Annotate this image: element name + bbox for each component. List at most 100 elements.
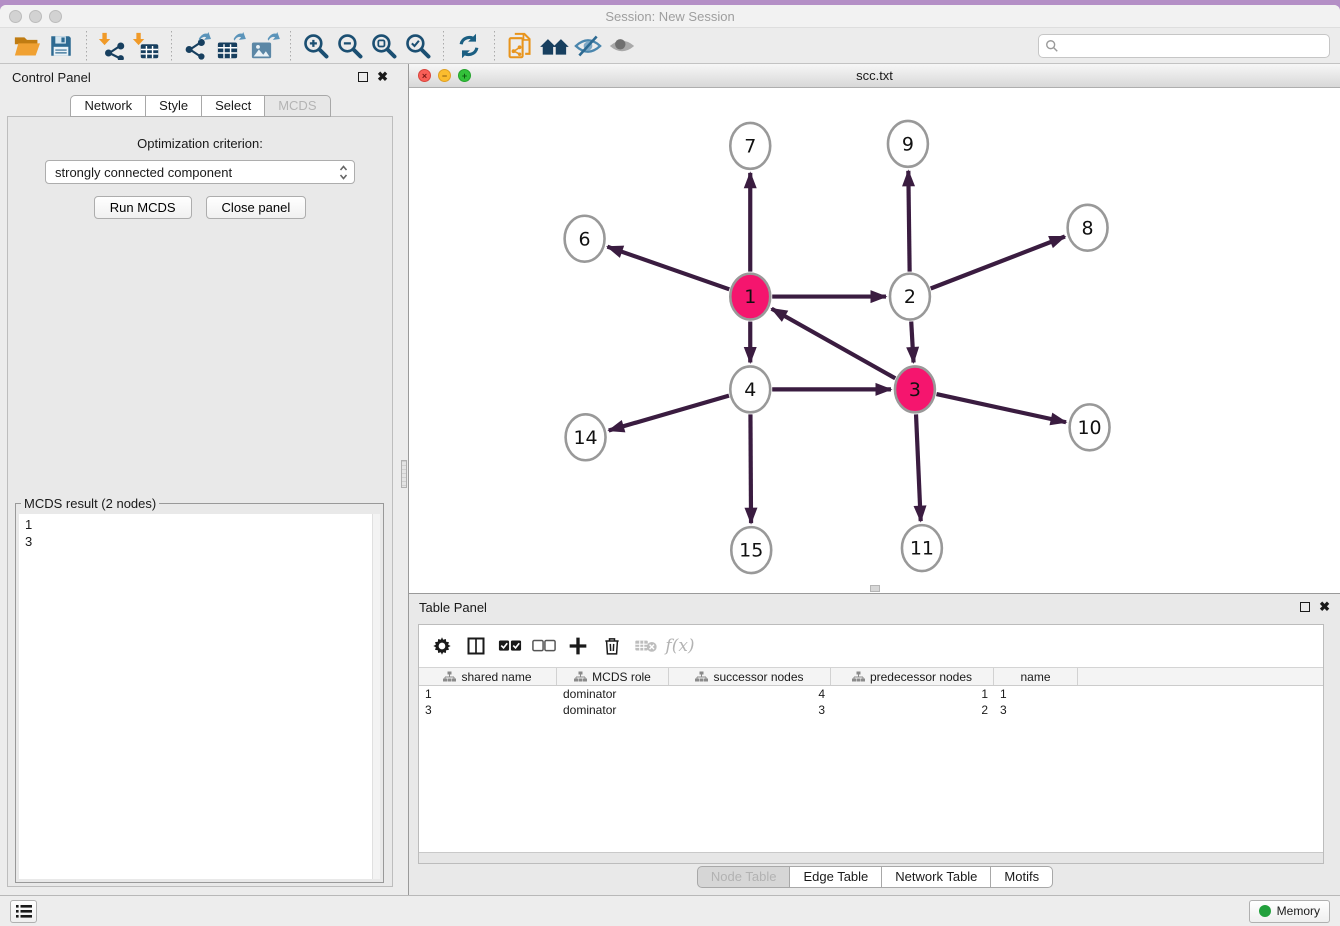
tab-edge-table[interactable]: Edge Table bbox=[789, 866, 882, 888]
duplicate-network-icon[interactable] bbox=[503, 31, 537, 61]
node-table-container: f(x) shared name MCDS role bbox=[418, 624, 1324, 864]
delete-table-icon[interactable] bbox=[631, 631, 661, 661]
graph-edge[interactable] bbox=[911, 322, 913, 363]
select-all-icon[interactable] bbox=[495, 631, 525, 661]
run-mcds-button[interactable]: Run MCDS bbox=[94, 196, 192, 219]
function-builder-icon[interactable]: f(x) bbox=[665, 631, 695, 661]
import-table-icon[interactable] bbox=[129, 31, 163, 61]
result-scrollbar[interactable] bbox=[372, 514, 380, 879]
graph-edge[interactable] bbox=[607, 247, 729, 290]
task-history-button[interactable] bbox=[10, 900, 37, 923]
svg-text:1: 1 bbox=[744, 286, 756, 308]
table-cell[interactable]: 1 bbox=[994, 687, 1078, 701]
table-cell[interactable]: 3 bbox=[419, 703, 557, 717]
svg-text:11: 11 bbox=[910, 538, 934, 560]
gear-icon[interactable] bbox=[427, 631, 457, 661]
import-network-icon[interactable] bbox=[95, 31, 129, 61]
control-panel-header: Control Panel ✖ bbox=[0, 64, 400, 90]
table-row[interactable]: 1dominator411 bbox=[419, 686, 1323, 702]
tab-node-table[interactable]: Node Table bbox=[697, 866, 791, 888]
add-column-icon[interactable] bbox=[563, 631, 593, 661]
tab-network[interactable]: Network bbox=[70, 95, 146, 117]
search-field[interactable] bbox=[1038, 34, 1330, 58]
svg-text:15: 15 bbox=[739, 540, 763, 562]
graph-node[interactable]: 10 bbox=[1070, 404, 1110, 450]
close-table-panel-icon[interactable]: ✖ bbox=[1319, 602, 1330, 612]
graph-node[interactable]: 14 bbox=[566, 414, 606, 460]
column-header-mcds-role[interactable]: MCDS role bbox=[557, 668, 669, 685]
graph-edge[interactable] bbox=[931, 237, 1065, 289]
graph-node[interactable]: 7 bbox=[730, 123, 770, 169]
delete-column-icon[interactable] bbox=[597, 631, 627, 661]
float-panel-icon[interactable] bbox=[358, 72, 368, 82]
export-network-icon[interactable] bbox=[180, 31, 214, 61]
table-cell[interactable]: 1 bbox=[419, 687, 557, 701]
open-session-icon[interactable] bbox=[10, 31, 44, 61]
column-header-predecessor-nodes[interactable]: predecessor nodes bbox=[831, 668, 994, 685]
selected-criterion: strongly connected component bbox=[55, 165, 232, 180]
zoom-selected-icon[interactable] bbox=[401, 31, 435, 61]
float-table-panel-icon[interactable] bbox=[1300, 602, 1310, 612]
main-toolbar bbox=[0, 28, 1340, 64]
hide-selected-icon[interactable] bbox=[571, 31, 605, 61]
show-all-icon[interactable] bbox=[605, 31, 639, 61]
graph-edge[interactable] bbox=[936, 394, 1066, 422]
table-cell[interactable]: 2 bbox=[831, 703, 994, 717]
tab-network-table[interactable]: Network Table bbox=[881, 866, 991, 888]
save-session-icon[interactable] bbox=[44, 31, 78, 61]
table-cell[interactable]: 1 bbox=[831, 687, 994, 701]
graph-edge[interactable] bbox=[772, 309, 896, 379]
table-cell[interactable]: 4 bbox=[669, 687, 831, 701]
column-header-name[interactable]: name bbox=[994, 668, 1078, 685]
graph-edge[interactable] bbox=[750, 414, 751, 523]
graph-node[interactable]: 1 bbox=[730, 274, 770, 320]
close-panel-button[interactable]: Close panel bbox=[206, 196, 307, 219]
graph-node[interactable]: 8 bbox=[1068, 205, 1108, 251]
deselect-all-icon[interactable] bbox=[529, 631, 559, 661]
table-panel: Table Panel ✖ bbox=[409, 594, 1340, 895]
tab-style[interactable]: Style bbox=[145, 95, 202, 117]
graph-node[interactable]: 2 bbox=[890, 274, 930, 320]
close-panel-icon[interactable]: ✖ bbox=[377, 72, 388, 82]
graph-node[interactable]: 9 bbox=[888, 121, 928, 167]
table-cell[interactable]: dominator bbox=[557, 703, 669, 717]
mcds-result-text[interactable]: 13 bbox=[19, 514, 380, 879]
table-cell[interactable]: dominator bbox=[557, 687, 669, 701]
graph-edge[interactable] bbox=[916, 414, 921, 521]
graph-node[interactable]: 6 bbox=[565, 216, 605, 262]
splitter-handle[interactable] bbox=[401, 460, 407, 488]
zoom-fit-icon[interactable] bbox=[367, 31, 401, 61]
refresh-icon[interactable] bbox=[452, 31, 486, 61]
export-table-icon[interactable] bbox=[214, 31, 248, 61]
tab-mcds[interactable]: MCDS bbox=[264, 95, 330, 117]
vertical-splitter bbox=[400, 64, 408, 895]
graph-node[interactable]: 11 bbox=[902, 525, 942, 571]
graph-edge[interactable] bbox=[908, 171, 909, 272]
optimization-criterion-select[interactable]: strongly connected component bbox=[45, 160, 355, 184]
column-layout-icon[interactable] bbox=[461, 631, 491, 661]
result-line: 3 bbox=[25, 533, 380, 550]
table-cell[interactable]: 3 bbox=[669, 703, 831, 717]
table-horizontal-scrollbar[interactable] bbox=[419, 852, 1323, 863]
graph-node[interactable]: 4 bbox=[730, 366, 770, 412]
graph-node[interactable]: 3 bbox=[895, 366, 935, 412]
horizontal-splitter-handle[interactable] bbox=[870, 585, 880, 592]
graph-edge[interactable] bbox=[609, 396, 729, 431]
table-row[interactable]: 3dominator323 bbox=[419, 702, 1323, 718]
zoom-in-icon[interactable] bbox=[299, 31, 333, 61]
memory-button[interactable]: Memory bbox=[1249, 900, 1330, 923]
svg-text:9: 9 bbox=[902, 134, 914, 156]
zoom-out-icon[interactable] bbox=[333, 31, 367, 61]
graph-node[interactable]: 15 bbox=[731, 527, 771, 573]
tab-motifs[interactable]: Motifs bbox=[990, 866, 1053, 888]
column-header-shared-name[interactable]: shared name bbox=[419, 668, 557, 685]
table-cell[interactable]: 3 bbox=[994, 703, 1078, 717]
svg-text:7: 7 bbox=[744, 136, 756, 158]
tab-select[interactable]: Select bbox=[201, 95, 265, 117]
titlebar: Session: New Session bbox=[0, 5, 1340, 28]
export-image-icon[interactable] bbox=[248, 31, 282, 61]
column-header-successor-nodes[interactable]: successor nodes bbox=[669, 668, 831, 685]
first-neighbors-icon[interactable] bbox=[537, 31, 571, 61]
network-canvas[interactable]: 7 9 6 8 1 2 4 3 14 10 15 11 bbox=[409, 88, 1340, 593]
search-input[interactable] bbox=[1059, 39, 1323, 53]
